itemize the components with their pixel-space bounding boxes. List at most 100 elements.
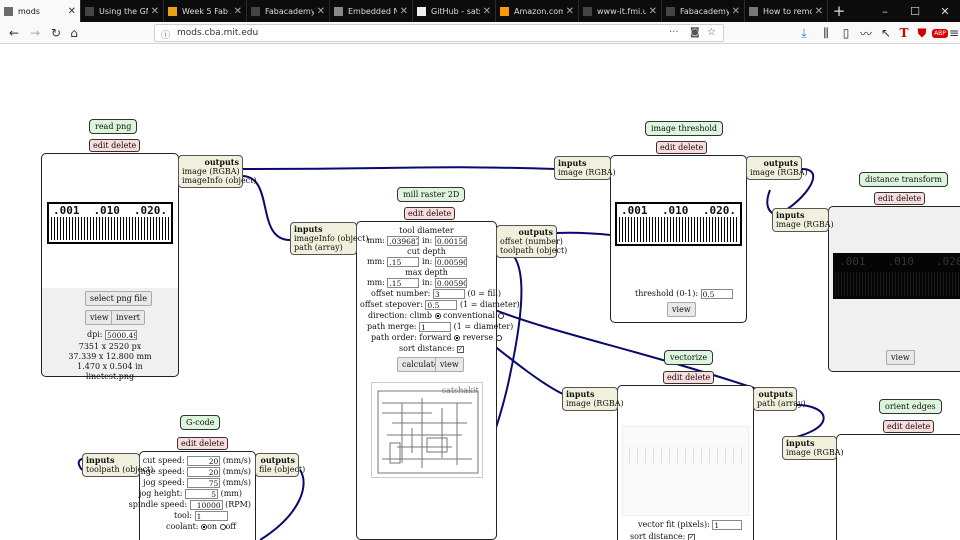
input-image[interactable]: image (RGBA): [786, 448, 844, 457]
url-text[interactable]: mods.cba.mit.edu: [177, 28, 258, 38]
tab-close-icon[interactable]: ✕: [317, 6, 325, 17]
module-title-read-png[interactable]: read png: [89, 119, 138, 134]
module-title-orient-edges[interactable]: orient edges: [879, 399, 942, 414]
sidebar-icon[interactable]: ▯: [838, 25, 854, 41]
tab-close-icon[interactable]: ✕: [815, 6, 823, 17]
image-threshold-outputs[interactable]: outputs image (RGBA): [746, 156, 808, 180]
tab-close-icon[interactable]: ✕: [649, 6, 657, 17]
tab-close-icon[interactable]: ✕: [151, 6, 159, 17]
browser-tab[interactable]: Amazon.com : H✕: [496, 0, 579, 22]
sort-distance-checkbox[interactable]: ✓: [687, 533, 695, 540]
back-icon[interactable]: ←: [6, 25, 22, 41]
tool-input[interactable]: 1: [194, 511, 228, 521]
output-path[interactable]: path (array): [757, 399, 806, 408]
extension-wave-icon[interactable]: 〰: [858, 25, 874, 41]
edit-delete-vectorize[interactable]: edit delete: [663, 371, 715, 384]
module-title-distance-transform[interactable]: distance transform: [859, 172, 948, 187]
browser-tab[interactable]: www-it.fmi.uni-sofia✕: [579, 0, 662, 22]
module-title-image-threshold[interactable]: image threshold: [645, 121, 723, 136]
edit-delete-gcode[interactable]: edit delete: [177, 437, 229, 450]
minimize-button[interactable]: –: [870, 0, 900, 22]
browser-tab[interactable]: mods ✕: [0, 0, 81, 22]
threshold-input[interactable]: 0.5: [700, 289, 733, 299]
cut-depth-mm-input[interactable]: .15: [387, 257, 420, 267]
browser-tab[interactable]: Using the GNU AVR t✕: [81, 0, 164, 22]
close-window-button[interactable]: ✕: [930, 0, 960, 22]
output-offset[interactable]: offset (number): [500, 237, 563, 246]
conventional-radio[interactable]: [497, 313, 504, 319]
invert-button[interactable]: invert: [111, 310, 146, 325]
select-png-file-button[interactable]: select png file: [85, 291, 152, 306]
edit-delete-mill-raster[interactable]: edit delete: [404, 207, 456, 220]
input-imageinfo[interactable]: imageInfo (object): [294, 234, 369, 243]
max-depth-in-input[interactable]: 0.0059055: [434, 278, 467, 288]
reload-icon[interactable]: ↻: [48, 25, 64, 41]
gcode-inputs[interactable]: inputs toolpath (object): [82, 453, 153, 477]
browser-tab[interactable]: Fabacademy 15ht -Th✕: [247, 0, 330, 22]
input-toolpath[interactable]: toolpath (object): [86, 465, 153, 474]
forward-radio[interactable]: [454, 335, 461, 341]
vectorize-outputs[interactable]: outputs path (array): [753, 387, 806, 411]
input-image[interactable]: image (RGBA): [558, 168, 616, 177]
reverse-radio[interactable]: [495, 335, 502, 341]
edit-delete-distance-transform[interactable]: edit delete: [874, 192, 926, 205]
tool-diameter-in-input[interactable]: 0.0015625: [434, 236, 467, 246]
browser-tab[interactable]: Embedded Netw✕: [330, 0, 413, 22]
extension-cursor-icon[interactable]: ↖: [878, 25, 894, 41]
browser-tab[interactable]: Fabacademy 15ht -Th✕: [662, 0, 745, 22]
max-depth-mm-input[interactable]: .15: [387, 278, 420, 288]
offset-stepover-input[interactable]: 0.5: [425, 300, 458, 310]
vector-fit-input[interactable]: 1: [712, 520, 743, 530]
input-path[interactable]: path (array): [294, 243, 343, 252]
new-tab-button[interactable]: +: [828, 0, 850, 22]
pocket-icon[interactable]: ◙: [690, 27, 700, 38]
jog-height-input[interactable]: 5: [185, 489, 219, 499]
view-button[interactable]: view: [85, 310, 114, 325]
climb-radio[interactable]: [434, 313, 441, 319]
distance-transform-inputs[interactable]: inputs image (RGBA): [772, 208, 834, 232]
orient-edges-inputs[interactable]: inputs image (RGBA): [782, 436, 844, 460]
library-icon[interactable]: ⫼: [818, 25, 834, 41]
output-image[interactable]: image (RGBA): [182, 167, 240, 176]
module-title-vectorize[interactable]: vectorize: [664, 350, 714, 365]
info-icon[interactable]: ⓘ: [161, 28, 170, 41]
mill-raster-outputs[interactable]: outputs offset (number) toolpath (object…: [496, 225, 567, 258]
tab-close-icon[interactable]: ✕: [732, 6, 740, 17]
tab-close-icon[interactable]: ✕: [68, 6, 76, 17]
plunge-speed-input[interactable]: 20: [187, 467, 221, 477]
edit-delete-orient-edges[interactable]: edit delete: [883, 420, 935, 433]
output-image[interactable]: image (RGBA): [750, 168, 808, 177]
browser-tab[interactable]: Week 5 Fab Acad✕: [164, 0, 247, 22]
page-actions-icon[interactable]: ···: [669, 27, 679, 38]
module-title-mill-raster[interactable]: mill raster 2D: [397, 187, 466, 202]
view-button[interactable]: view: [435, 357, 464, 372]
browser-tab[interactable]: How to remove a✕: [745, 0, 828, 22]
gcode-outputs[interactable]: outputs file (object): [255, 453, 305, 477]
mill-raster-inputs[interactable]: inputs imageInfo (object) path (array): [290, 222, 369, 255]
spindle-speed-input[interactable]: 10000: [189, 500, 223, 510]
sort-distance-checkbox[interactable]: ✓: [456, 345, 464, 353]
cut-speed-input[interactable]: 20: [187, 456, 221, 466]
edit-delete-image-threshold[interactable]: edit delete: [656, 141, 708, 154]
input-image[interactable]: image (RGBA): [566, 399, 624, 408]
tab-close-icon[interactable]: ✕: [483, 6, 491, 17]
path-merge-input[interactable]: 1: [419, 322, 452, 332]
module-title-gcode[interactable]: G-code: [180, 415, 221, 430]
output-file[interactable]: file (object): [259, 465, 305, 474]
output-toolpath[interactable]: toolpath (object): [500, 246, 567, 255]
view-button[interactable]: view: [886, 350, 915, 365]
input-image[interactable]: image (RGBA): [776, 220, 834, 229]
jog-speed-input[interactable]: 75: [187, 478, 221, 488]
image-threshold-inputs[interactable]: inputs image (RGBA): [554, 156, 616, 180]
extension-shield-icon[interactable]: ⛊: [914, 25, 930, 41]
tab-close-icon[interactable]: ✕: [234, 6, 242, 17]
menu-icon[interactable]: ≡: [946, 25, 960, 41]
view-button[interactable]: view: [667, 302, 696, 317]
tool-diameter-mm-input[interactable]: .0396875: [387, 236, 420, 246]
url-bar[interactable]: ⓘ mods.cba.mit.edu ··· ◙ ☆: [154, 24, 724, 42]
forward-icon[interactable]: →: [27, 25, 43, 41]
browser-tab[interactable]: GitHub - satshak✕: [413, 0, 496, 22]
extension-t-icon[interactable]: T: [896, 25, 912, 41]
offset-number-input[interactable]: 3: [432, 289, 465, 299]
vectorize-inputs[interactable]: inputs image (RGBA): [562, 387, 624, 411]
